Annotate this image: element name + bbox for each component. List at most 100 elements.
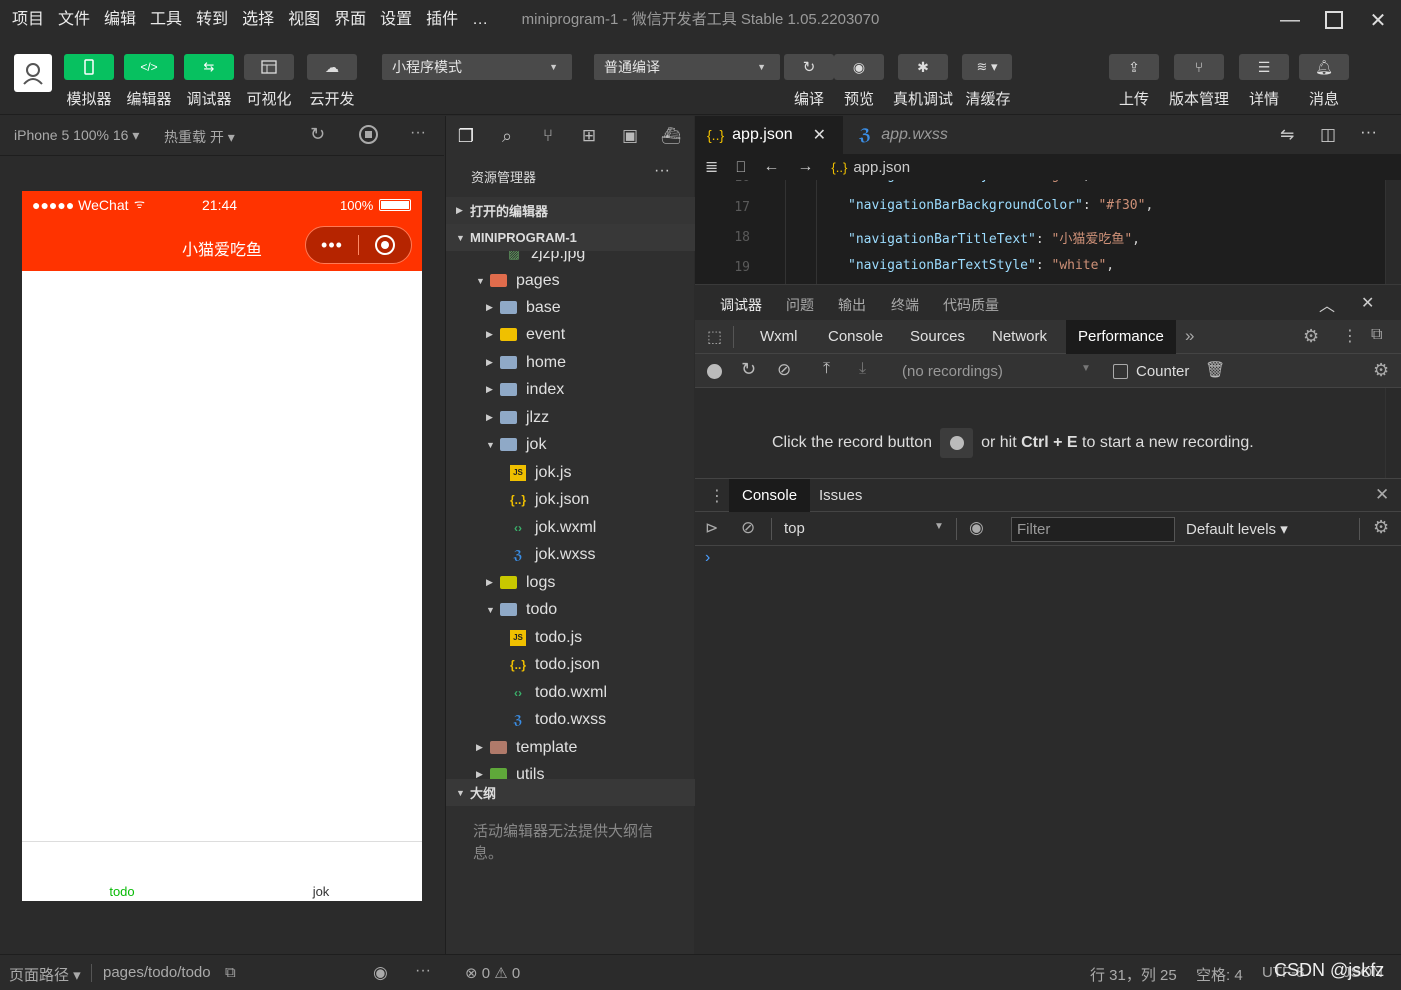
file-item[interactable]: {..} jok.json	[510, 486, 589, 513]
page-path-select[interactable]: 页面路径 ▾	[9, 964, 81, 985]
tab-issues[interactable]: Issues	[819, 479, 862, 512]
file-item[interactable]: JS jok.js	[510, 459, 571, 486]
trash-icon[interactable]: 🗑︎	[1205, 360, 1225, 380]
menu-item[interactable]: 视图	[288, 0, 320, 40]
kebab-icon[interactable]: ⋮	[1342, 326, 1358, 346]
scrollbar[interactable]	[1385, 180, 1401, 284]
git-icon[interactable]: ⑂	[538, 126, 558, 146]
folder-item[interactable]: ▶ utils	[476, 761, 544, 779]
filter-input[interactable]: Filter	[1011, 517, 1175, 542]
file-item[interactable]: ▨ zjzp.jpg	[506, 251, 585, 267]
reload-record-icon[interactable]: ↻	[741, 359, 756, 380]
save-profile-icon[interactable]: ⤓	[859, 360, 866, 378]
visual-button[interactable]	[244, 54, 294, 80]
close-icon[interactable]: ✕	[1361, 293, 1374, 313]
tab-output[interactable]: 输出	[838, 295, 866, 315]
bookmark-icon[interactable]: ⎕	[736, 159, 745, 176]
gear-icon[interactable]: ⚙	[1373, 517, 1389, 538]
folder-item[interactable]: ▼ pages	[476, 267, 560, 294]
device-select[interactable]: iPhone 5 100% 16 ▾	[14, 127, 139, 144]
minimize-button[interactable]: —	[1267, 0, 1313, 40]
menu-item[interactable]: …	[472, 0, 488, 40]
levels-select[interactable]: Default levels ▾	[1186, 520, 1288, 538]
avatar[interactable]	[14, 54, 52, 92]
messages-button[interactable]: 🔔︎	[1299, 54, 1349, 80]
save-icon[interactable]: ▣	[620, 126, 640, 146]
stop-icon[interactable]	[359, 125, 378, 144]
rotate-icon[interactable]: ↻	[310, 124, 325, 145]
more-icon[interactable]: ···	[410, 124, 426, 142]
compile-button[interactable]: ↻	[784, 54, 834, 80]
folder-item[interactable]: ▶ jlzz	[486, 404, 549, 431]
inspect-icon[interactable]: ⬚	[707, 327, 722, 347]
breadcrumb-file[interactable]: app.json	[853, 159, 910, 176]
upload-button[interactable]: ⇪	[1109, 54, 1159, 80]
recordings-select[interactable]: (no recordings)	[902, 363, 1003, 380]
tab-app-json[interactable]: {..} app.json ✕	[695, 116, 843, 154]
folder-item[interactable]: ▶ index	[486, 376, 564, 403]
menu-item[interactable]: 设置	[380, 0, 412, 40]
folder-item[interactable]: ▶ logs	[486, 569, 555, 596]
more-icon[interactable]: ···	[1360, 122, 1377, 142]
folder-item[interactable]: ▶ home	[486, 349, 566, 376]
list-icon[interactable]: ≣	[705, 157, 718, 177]
debugger-button[interactable]: ⇆	[184, 54, 234, 80]
tab-todo[interactable]: todo	[109, 884, 134, 899]
code-view[interactable]: 16 "backgroundTextStyle": "light", 17 "navi…	[695, 180, 1401, 284]
tab-network[interactable]: Network	[980, 320, 1059, 354]
menu-item[interactable]: 转到	[196, 0, 228, 40]
more-icon[interactable]: ···	[415, 962, 431, 980]
load-profile-icon[interactable]: ⤒	[823, 360, 830, 378]
mode-select[interactable]: 小程序模式 ▼	[382, 54, 572, 80]
cursor-position[interactable]: 行 31，列 25	[1090, 964, 1177, 985]
tab-wxml[interactable]: Wxml	[748, 320, 810, 354]
tab-code-quality[interactable]: 代码质量	[943, 295, 999, 315]
file-item[interactable]: ℨjok.wxss	[510, 541, 595, 568]
cloud-button[interactable]: ☁	[307, 54, 357, 80]
tab-app-wxss[interactable]: ℨapp.wxss	[843, 116, 993, 154]
tab-terminal[interactable]: 终端	[891, 295, 919, 315]
chevron-double-right-icon[interactable]: »	[1185, 326, 1194, 346]
clear-cache-button[interactable]: ≋ ▾	[962, 54, 1012, 80]
tab-drawer-console[interactable]: Console	[729, 479, 811, 512]
context-select[interactable]: top	[784, 520, 805, 537]
clear-console-icon[interactable]: ⊘	[741, 518, 755, 538]
tab-problems[interactable]: 问题	[786, 295, 814, 315]
menu-item[interactable]: 文件	[58, 0, 90, 40]
chevron-up-icon[interactable]: ︿	[1319, 292, 1335, 316]
folder-item[interactable]: ▼ todo	[486, 596, 557, 623]
tab-jok[interactable]: jok	[313, 884, 330, 899]
close-window-button[interactable]: ✕	[1355, 0, 1401, 40]
more-icon[interactable]: •••	[306, 235, 358, 256]
folder-item[interactable]: ▶ base	[486, 294, 561, 321]
file-item[interactable]: ‹› todo.wxml	[510, 679, 607, 706]
close-capsule-icon[interactable]	[359, 235, 411, 255]
eye-icon[interactable]: ◉	[969, 518, 984, 538]
folder-item[interactable]: ▶ event	[486, 321, 565, 348]
scrollbar[interactable]	[1385, 388, 1401, 478]
clear-icon[interactable]: ⊘	[777, 360, 791, 380]
console-prompt[interactable]: ›	[705, 549, 710, 567]
editor-button[interactable]: </>	[124, 54, 174, 80]
menu-item[interactable]: 插件	[426, 0, 458, 40]
search-icon[interactable]: ⌕	[497, 126, 517, 146]
menu-item[interactable]: 编辑	[104, 0, 136, 40]
close-icon[interactable]: ✕	[1375, 485, 1389, 505]
remote-debug-button[interactable]: ✱	[898, 54, 948, 80]
file-item[interactable]: ‹› jok.wxml	[510, 514, 596, 541]
split-editor-icon[interactable]: ◫	[1320, 125, 1336, 145]
tab-console[interactable]: Console	[816, 320, 895, 354]
back-icon[interactable]: ←	[763, 158, 779, 176]
menu-item[interactable]: 工具	[150, 0, 182, 40]
preview-button[interactable]: ◉	[834, 54, 884, 80]
capsule-menu[interactable]: •••	[305, 226, 412, 264]
record-icon[interactable]	[707, 364, 722, 379]
details-button[interactable]: ☰	[1239, 54, 1289, 80]
folder-item[interactable]: ▼ jok	[486, 431, 546, 458]
undock-icon[interactable]: ⧉	[1371, 326, 1382, 344]
file-item[interactable]: ℨtodo.wxss	[510, 706, 606, 733]
eye-icon[interactable]: ◉	[373, 963, 388, 983]
tab-sources[interactable]: Sources	[898, 320, 977, 354]
simulator-button[interactable]	[64, 54, 114, 80]
indent-setting[interactable]: 空格: 4	[1196, 964, 1243, 985]
